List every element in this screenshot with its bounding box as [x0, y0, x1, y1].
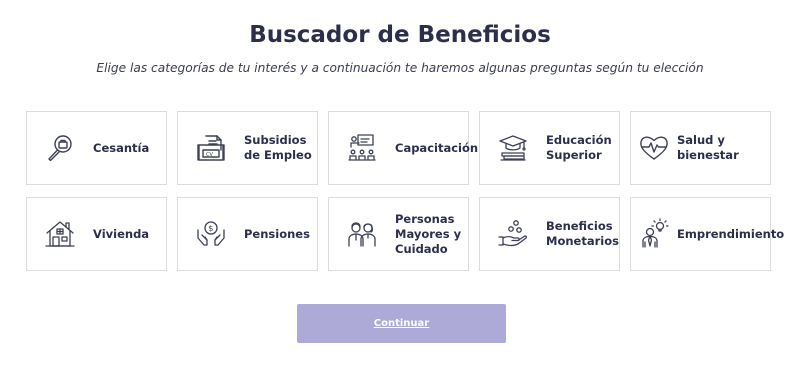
page-title: Buscador de Beneficios	[249, 22, 551, 48]
category-label: Capacitación	[395, 140, 479, 155]
page-subtitle: Elige las categorías de tu interés y a c…	[96, 61, 704, 75]
house-icon	[43, 217, 77, 251]
continue-button[interactable]: Continuar	[297, 304, 506, 343]
category-label: Subsidios de Empleo	[244, 133, 312, 162]
graduation-cap-icon	[496, 131, 530, 165]
category-label: Personas Mayores y Cuidado	[395, 211, 462, 256]
category-label: Cesantía	[93, 140, 150, 155]
svg-text:$: $	[208, 224, 213, 233]
category-label: Salud y bienestar	[677, 133, 739, 162]
category-card-vivienda[interactable]: Vivienda	[26, 197, 167, 271]
training-classroom-icon	[345, 131, 379, 165]
subsidy-document-icon: CV	[194, 131, 228, 165]
category-label: Educación Superior	[546, 133, 612, 162]
heart-pulse-icon	[637, 131, 671, 165]
category-label: Pensiones	[244, 226, 310, 241]
category-card-educacion-superior[interactable]: Educación Superior	[479, 111, 620, 185]
category-card-beneficios-monetarios[interactable]: Beneficios Monetarios	[479, 197, 620, 271]
category-card-salud-bienestar[interactable]: Salud y bienestar	[630, 111, 771, 185]
hand-coins-icon	[496, 217, 530, 251]
category-card-subsidios-empleo[interactable]: CV Subsidios de Empleo	[177, 111, 318, 185]
category-label: Emprendimiento	[677, 226, 785, 241]
category-card-cesantia[interactable]: Cesantía	[26, 111, 167, 185]
category-card-pensiones[interactable]: $ Pensiones	[177, 197, 318, 271]
hands-coin-icon: $	[194, 217, 228, 251]
category-card-capacitacion[interactable]: Capacitación	[328, 111, 478, 185]
magnifier-briefcase-icon	[43, 131, 77, 165]
category-card-emprendimiento[interactable]: Emprendimiento	[630, 197, 784, 271]
category-label: Beneficios Monetarios	[546, 219, 619, 248]
entrepreneur-idea-icon	[637, 217, 671, 251]
category-label: Vivienda	[93, 226, 150, 241]
svg-text:CV: CV	[206, 152, 213, 158]
category-card-personas-mayores[interactable]: Personas Mayores y Cuidado	[328, 197, 469, 271]
elderly-couple-icon	[345, 217, 379, 251]
category-grid: Cesantía CV Subsidios de Empleo Capacita…	[26, 111, 784, 271]
